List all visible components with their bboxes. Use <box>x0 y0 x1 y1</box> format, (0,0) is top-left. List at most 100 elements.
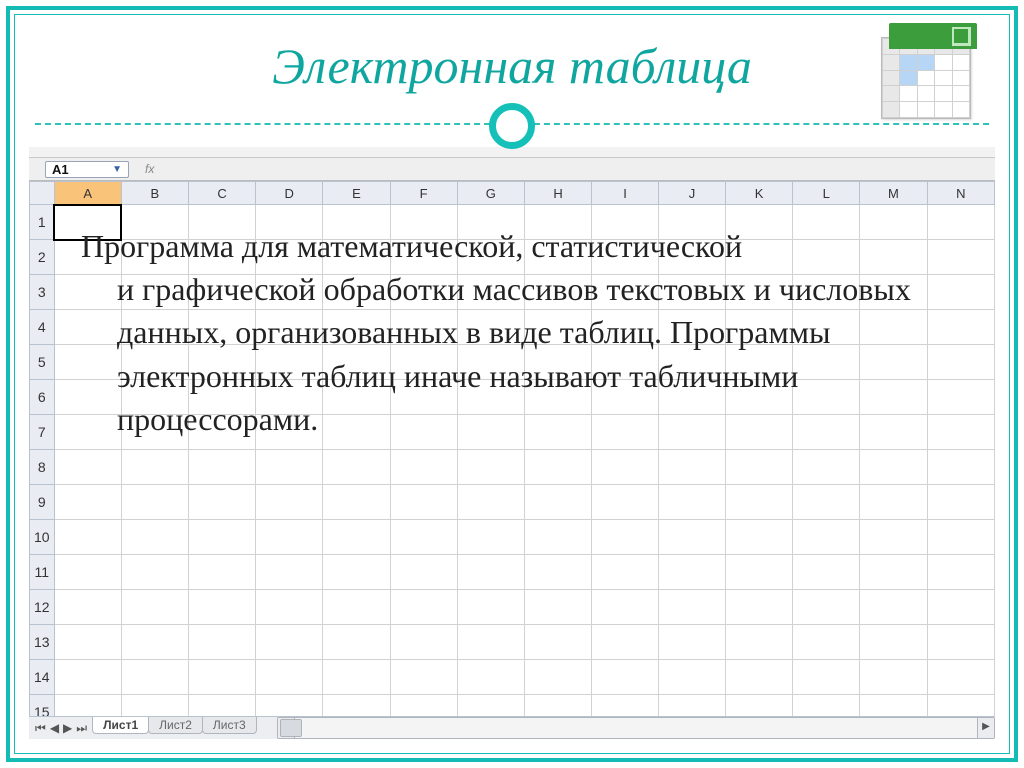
cell-B11[interactable] <box>121 555 188 590</box>
cell-N9[interactable] <box>927 485 994 520</box>
cell-N11[interactable] <box>927 555 994 590</box>
cell-D9[interactable] <box>256 485 323 520</box>
cell-M7[interactable] <box>860 415 927 450</box>
cell-K1[interactable] <box>726 205 793 240</box>
cell-M14[interactable] <box>860 660 927 695</box>
cell-A5[interactable] <box>54 345 121 380</box>
cell-H2[interactable] <box>524 240 591 275</box>
cell-D7[interactable] <box>256 415 323 450</box>
cell-F14[interactable] <box>390 660 457 695</box>
row-header-9[interactable]: 9 <box>30 485 55 520</box>
cell-D14[interactable] <box>256 660 323 695</box>
cell-I14[interactable] <box>592 660 659 695</box>
cell-J6[interactable] <box>659 380 726 415</box>
cell-A2[interactable] <box>54 240 121 275</box>
cell-M10[interactable] <box>860 520 927 555</box>
cell-L3[interactable] <box>793 275 860 310</box>
cell-G7[interactable] <box>457 415 524 450</box>
cell-D4[interactable] <box>256 310 323 345</box>
cell-H6[interactable] <box>524 380 591 415</box>
cell-D1[interactable] <box>256 205 323 240</box>
cell-A4[interactable] <box>54 310 121 345</box>
select-all-corner[interactable] <box>30 182 55 205</box>
cell-A13[interactable] <box>54 625 121 660</box>
cell-A14[interactable] <box>54 660 121 695</box>
cell-N4[interactable] <box>927 310 994 345</box>
cell-K2[interactable] <box>726 240 793 275</box>
row-header-10[interactable]: 10 <box>30 520 55 555</box>
cell-E11[interactable] <box>323 555 390 590</box>
cell-E3[interactable] <box>323 275 390 310</box>
cell-D3[interactable] <box>256 275 323 310</box>
cell-H14[interactable] <box>524 660 591 695</box>
cell-N10[interactable] <box>927 520 994 555</box>
cell-F8[interactable] <box>390 450 457 485</box>
cell-J3[interactable] <box>659 275 726 310</box>
cell-M9[interactable] <box>860 485 927 520</box>
cell-E5[interactable] <box>323 345 390 380</box>
cell-L9[interactable] <box>793 485 860 520</box>
cell-E1[interactable] <box>323 205 390 240</box>
cell-B13[interactable] <box>121 625 188 660</box>
cell-F7[interactable] <box>390 415 457 450</box>
cell-H12[interactable] <box>524 590 591 625</box>
cell-D8[interactable] <box>256 450 323 485</box>
cell-J9[interactable] <box>659 485 726 520</box>
cell-F2[interactable] <box>390 240 457 275</box>
cell-H8[interactable] <box>524 450 591 485</box>
cell-K10[interactable] <box>726 520 793 555</box>
cell-E12[interactable] <box>323 590 390 625</box>
row-header-13[interactable]: 13 <box>30 625 55 660</box>
cell-G3[interactable] <box>457 275 524 310</box>
row-header-1[interactable]: 1 <box>30 205 55 240</box>
sheet-tab-Лист2[interactable]: Лист2 <box>148 717 203 734</box>
cell-L7[interactable] <box>793 415 860 450</box>
cell-C14[interactable] <box>188 660 255 695</box>
cell-C3[interactable] <box>188 275 255 310</box>
cell-I12[interactable] <box>592 590 659 625</box>
cell-K6[interactable] <box>726 380 793 415</box>
cell-I7[interactable] <box>592 415 659 450</box>
scroll-thumb[interactable] <box>280 719 302 737</box>
cell-F13[interactable] <box>390 625 457 660</box>
row-header-5[interactable]: 5 <box>30 345 55 380</box>
cells-grid[interactable]: ABCDEFGHIJKLMN1234567891011121314151617 <box>29 181 995 739</box>
cell-B3[interactable] <box>121 275 188 310</box>
cell-A3[interactable] <box>54 275 121 310</box>
cell-K14[interactable] <box>726 660 793 695</box>
row-header-7[interactable]: 7 <box>30 415 55 450</box>
cell-E14[interactable] <box>323 660 390 695</box>
cell-B12[interactable] <box>121 590 188 625</box>
cell-F3[interactable] <box>390 275 457 310</box>
cell-M13[interactable] <box>860 625 927 660</box>
cell-H13[interactable] <box>524 625 591 660</box>
cell-A11[interactable] <box>54 555 121 590</box>
cell-J7[interactable] <box>659 415 726 450</box>
cell-F11[interactable] <box>390 555 457 590</box>
tab-nav-button[interactable]: ⏭ <box>74 721 89 736</box>
cell-C1[interactable] <box>188 205 255 240</box>
cell-K5[interactable] <box>726 345 793 380</box>
cell-L2[interactable] <box>793 240 860 275</box>
cell-J14[interactable] <box>659 660 726 695</box>
cell-N1[interactable] <box>927 205 994 240</box>
cell-G9[interactable] <box>457 485 524 520</box>
cell-N2[interactable] <box>927 240 994 275</box>
cell-A1[interactable] <box>54 205 121 240</box>
column-header-E[interactable]: E <box>323 182 390 205</box>
cell-I4[interactable] <box>592 310 659 345</box>
cell-J2[interactable] <box>659 240 726 275</box>
cell-M4[interactable] <box>860 310 927 345</box>
cell-D2[interactable] <box>256 240 323 275</box>
cell-H9[interactable] <box>524 485 591 520</box>
cell-M3[interactable] <box>860 275 927 310</box>
cell-B9[interactable] <box>121 485 188 520</box>
cell-I1[interactable] <box>592 205 659 240</box>
cell-F1[interactable] <box>390 205 457 240</box>
cell-M12[interactable] <box>860 590 927 625</box>
cell-J4[interactable] <box>659 310 726 345</box>
cell-E13[interactable] <box>323 625 390 660</box>
cell-G10[interactable] <box>457 520 524 555</box>
cell-C6[interactable] <box>188 380 255 415</box>
cell-B8[interactable] <box>121 450 188 485</box>
